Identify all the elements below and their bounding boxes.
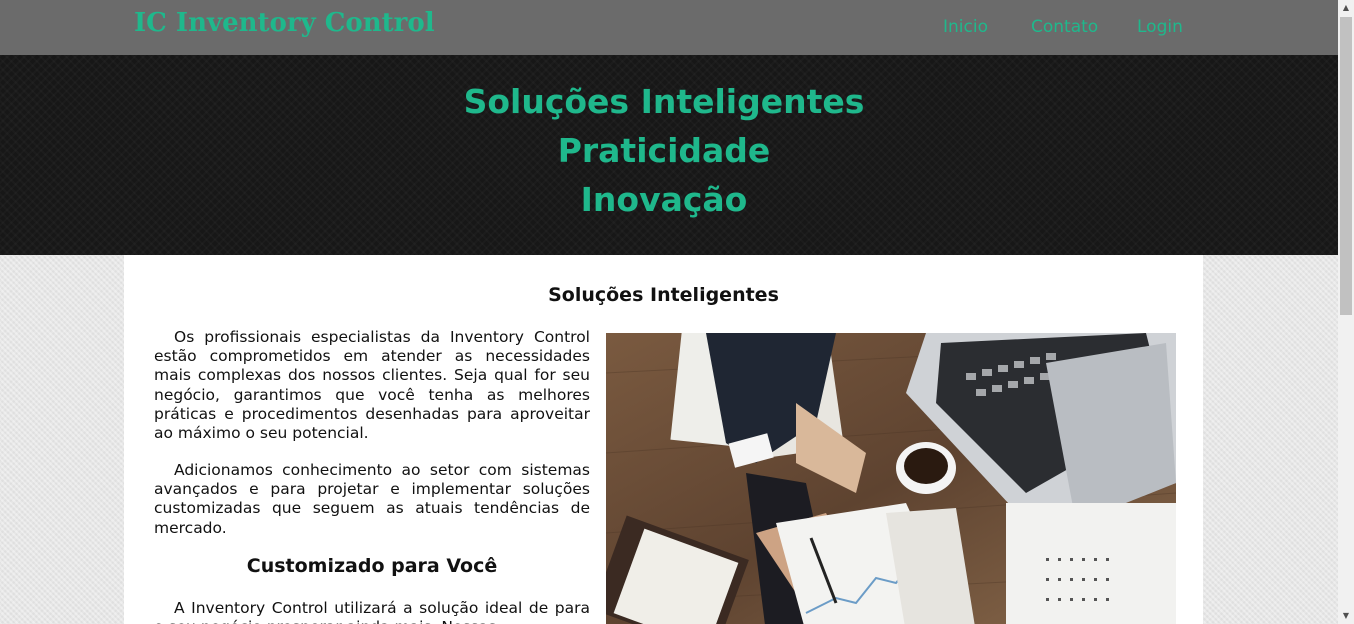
second-paragraph: Adicionamos conhecimento ao setor com si… <box>154 461 590 537</box>
hero-line-1: Soluções Inteligentes <box>463 82 865 121</box>
brand-logo-link[interactable]: IC Inventory Control <box>134 8 435 38</box>
scroll-thumb[interactable] <box>1340 17 1352 315</box>
scroll-up-icon[interactable]: ▲ <box>1338 0 1354 16</box>
business-desk-photo <box>606 333 1176 624</box>
scroll-down-icon[interactable]: ▼ <box>1338 608 1354 624</box>
nav-link-login[interactable]: Login <box>1137 17 1183 37</box>
sub-paragraph: A Inventory Control utilizará a solução … <box>154 599 590 624</box>
nav-link-contato[interactable]: Contato <box>1031 17 1098 37</box>
hero-line-2: Praticidade <box>557 131 771 170</box>
section-title: Soluções Inteligentes <box>548 284 779 306</box>
hero-banner: Soluções Inteligentes Praticidade Inovaç… <box>0 55 1338 255</box>
nav-link-inicio[interactable]: Inicio <box>943 17 988 37</box>
photo-illustration <box>606 333 1176 624</box>
navbar: IC Inventory Control Inicio Contato Logi… <box>0 0 1338 55</box>
sub-title: Customizado para Você <box>246 555 498 577</box>
intro-paragraph: Os profissionais especialistas da Invent… <box>154 328 590 443</box>
main-content: Soluções Inteligentes Os profissionais e… <box>124 255 1203 624</box>
hero-line-3: Inovação <box>580 180 748 219</box>
